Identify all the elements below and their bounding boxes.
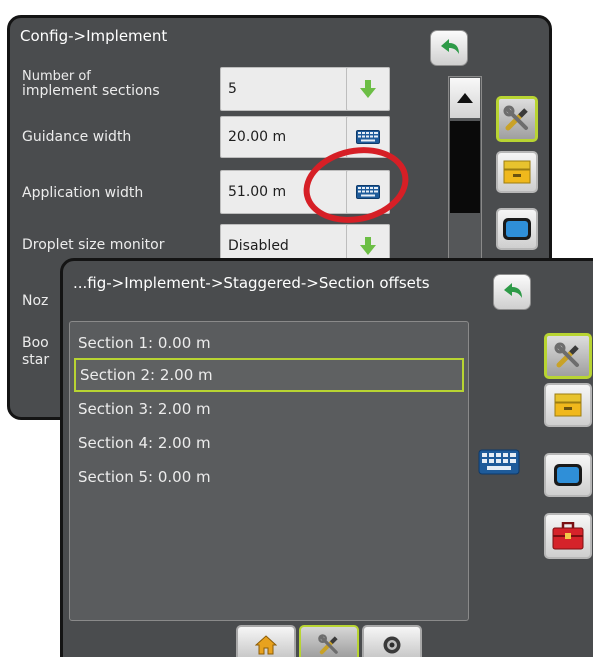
keyboard-icon: [356, 130, 380, 144]
tools-nav-button[interactable]: [496, 96, 538, 142]
back-arrow-icon: [441, 39, 459, 54]
row-label-guidance-width: Guidance width: [22, 129, 132, 145]
home-icon: [255, 635, 277, 655]
tools-icon: [554, 342, 579, 368]
camera-icon: [383, 636, 401, 654]
display-icon: [554, 464, 582, 486]
keyboard-icon: [356, 185, 380, 199]
label-line: Number of: [22, 69, 91, 84]
scroll-up-button[interactable]: [450, 78, 480, 118]
display-icon: [503, 218, 531, 240]
section-list-item[interactable]: Section 5: 0.00 m: [74, 460, 464, 494]
console-icon: [554, 393, 582, 417]
panel-title: ...fig->Implement->Staggered->Section of…: [73, 274, 430, 292]
configuration-tab[interactable]: [299, 625, 359, 657]
section-label: Section 1: 0.00 m: [78, 334, 211, 352]
application-width-keyboard-button[interactable]: [346, 170, 390, 214]
tools-nav-button[interactable]: [544, 333, 592, 379]
up-arrow-icon: [457, 93, 473, 103]
section-offsets-list: Section 1: 0.00 m Section 2: 2.00 m Sect…: [69, 321, 469, 621]
back-button[interactable]: [493, 274, 531, 310]
scroll-thumb[interactable]: [450, 121, 480, 213]
camera-tab[interactable]: [362, 625, 422, 657]
row-label-boom-start: Boo star: [22, 335, 49, 369]
field-value: Disabled: [228, 238, 289, 254]
label-line: star: [22, 352, 50, 368]
row-label-application-width: Application width: [22, 185, 144, 201]
down-arrow-icon: [360, 80, 376, 98]
section-label: Section 2: 2.00 m: [80, 366, 213, 384]
label-line: Boo: [22, 335, 49, 351]
display-nav-button[interactable]: [496, 208, 538, 250]
guidance-width-keyboard-button[interactable]: [346, 116, 390, 158]
edit-offset-keyboard-button[interactable]: [477, 447, 521, 477]
panel-title: Config->Implement: [20, 27, 168, 45]
home-tab[interactable]: [236, 625, 296, 657]
implement-sections-dropdown-button[interactable]: [346, 67, 390, 111]
section-offsets-panel: ...fig->Implement->Staggered->Section of…: [60, 258, 593, 657]
keyboard-icon: [478, 449, 520, 475]
console-nav-button[interactable]: [496, 151, 538, 193]
field-value: 51.00 m: [228, 184, 287, 200]
back-button[interactable]: [430, 30, 468, 66]
tools-icon: [318, 634, 338, 655]
toolbox-icon: [552, 522, 584, 550]
back-arrow-icon: [504, 283, 522, 298]
screenshot-stage: Config->Implement Number of implement se…: [0, 0, 593, 657]
tools-icon: [503, 105, 528, 131]
label-line: implement sections: [22, 83, 160, 99]
row-label-implement-sections: Number of implement sections: [22, 70, 160, 100]
section-label: Section 4: 2.00 m: [78, 434, 211, 452]
row-label-nozzle: Noz: [22, 293, 49, 309]
section-list-item[interactable]: Section 3: 2.00 m: [74, 392, 464, 426]
field-value: 5: [228, 81, 237, 97]
display-nav-button[interactable]: [544, 453, 592, 497]
section-label: Section 5: 0.00 m: [78, 468, 211, 486]
section-list-item[interactable]: Section 4: 2.00 m: [74, 426, 464, 460]
section-label: Section 3: 2.00 m: [78, 400, 211, 418]
console-nav-button[interactable]: [544, 383, 592, 427]
field-value: 20.00 m: [228, 129, 287, 145]
down-arrow-icon: [360, 237, 376, 255]
section-list-item[interactable]: Section 2: 2.00 m: [74, 358, 464, 392]
console-icon: [503, 160, 531, 184]
toolbox-nav-button[interactable]: [544, 513, 592, 559]
row-label-droplet-size-monitor: Droplet size monitor: [22, 237, 165, 253]
section-list-item[interactable]: Section 1: 0.00 m: [74, 326, 464, 360]
